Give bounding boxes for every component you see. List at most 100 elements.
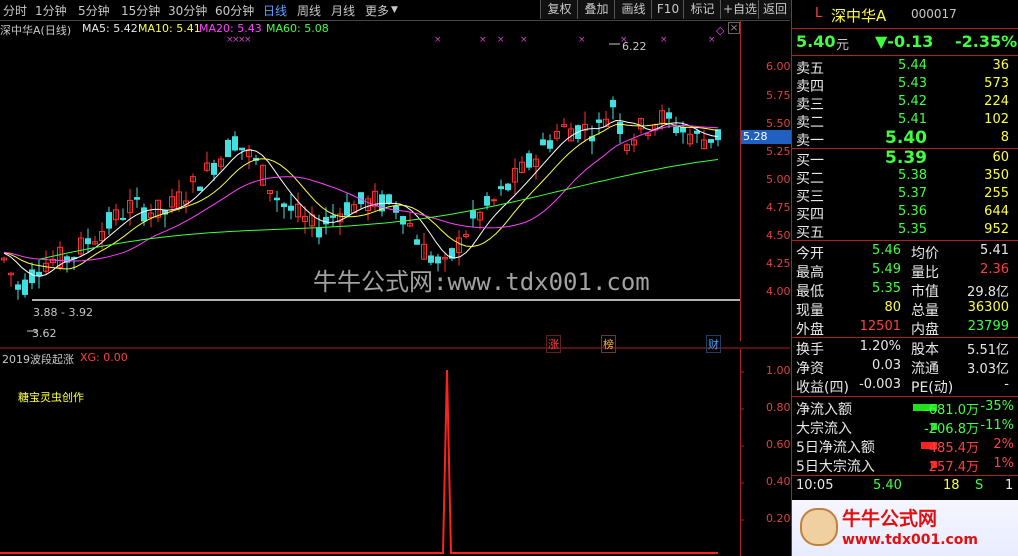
overlay-button[interactable]: 叠加 — [577, 0, 615, 19]
period-daily[interactable]: 日线 — [263, 2, 287, 19]
stat-value: 5.49 — [872, 262, 901, 277]
f10-button[interactable]: F10 — [651, 0, 684, 19]
stat-value: 5.35 — [872, 281, 901, 296]
chart-stock-title: 深中华A(日线) — [0, 24, 72, 37]
finance-value: 3.03亿 — [967, 362, 1009, 377]
flow-value: -206.8万 — [924, 422, 979, 437]
window-marker-icon[interactable]: ◇ — [716, 24, 724, 37]
finance-value: -0.003 — [859, 377, 901, 392]
period-monthly[interactable]: 月线 — [331, 2, 355, 19]
order-book-row[interactable]: 买四 5.36 644 — [795, 204, 1017, 223]
stat-value: 23799 — [967, 319, 1009, 334]
indicator-tick: 0.20 — [766, 512, 791, 525]
flow-label: 净流入额 — [796, 402, 852, 418]
flow-pct: 1% — [993, 456, 1014, 471]
order-book-row[interactable]: 卖一 5.40 8 — [795, 128, 1017, 149]
order-volume: 644 — [984, 204, 1009, 219]
candle-body — [673, 126, 679, 133]
candle-body — [281, 203, 287, 208]
candle-body — [211, 162, 217, 175]
watermark-text: 牛牛公式网:www.tdx001.com — [313, 268, 650, 296]
order-level-label: 买三 — [796, 189, 824, 205]
candle-body — [393, 205, 399, 213]
period-5min[interactable]: 5分钟 — [78, 2, 110, 19]
stat-value: 2.36 — [980, 262, 1009, 277]
candle-body — [15, 284, 21, 290]
event-tag-list[interactable]: 榜 — [601, 335, 616, 353]
add-watchlist-button[interactable]: +自选 — [720, 0, 759, 19]
order-book-row[interactable]: 买五 5.35 952 — [795, 222, 1017, 241]
mark-button[interactable]: 标记 — [683, 0, 721, 19]
order-book-row[interactable]: 买一 5.39 60 — [795, 148, 1017, 169]
signal-marker-icon: × — [708, 35, 716, 45]
order-level-label: 卖一 — [796, 133, 824, 149]
candle-body — [526, 153, 532, 168]
period-1min[interactable]: 1分钟 — [35, 2, 67, 19]
indicator-tick: 0.80 — [766, 401, 791, 414]
stat-row: 外盘 12501 内盘 23799 — [795, 319, 1017, 338]
stat-label: 最高 — [796, 265, 824, 281]
price-tick: 4.00 — [766, 285, 791, 298]
stat-row: 今开 5.46 均价 5.41 — [795, 243, 1017, 262]
tick-row: 10:05 5.40 18 S 1 — [795, 478, 1017, 496]
restore-rights-button[interactable]: 复权 — [540, 0, 578, 19]
stat-label: 外盘 — [796, 322, 824, 338]
finance-label: 股本 — [911, 342, 939, 358]
order-price: 5.43 — [898, 76, 927, 91]
stat-label: 市值 — [911, 284, 939, 300]
order-level-label: 买四 — [796, 207, 824, 223]
order-book-row[interactable]: 买三 5.37 255 — [795, 186, 1017, 205]
stat-value: 5.41 — [980, 243, 1009, 258]
flow-row: 净流入额 -681.0万 -35% — [795, 399, 1017, 418]
order-price: 5.35 — [898, 222, 927, 237]
order-book-row[interactable]: 卖五 5.44 36 — [795, 58, 1017, 77]
back-button[interactable]: 返回 — [758, 0, 792, 19]
finance-value: 5.51亿 — [967, 343, 1009, 358]
period-15min[interactable]: 15分钟 — [121, 2, 160, 19]
tick-side: S — [975, 478, 984, 493]
candle-body — [274, 197, 280, 201]
candle-body — [22, 279, 28, 295]
order-book-row[interactable]: 卖四 5.43 573 — [795, 76, 1017, 95]
flow-value: 257.4万 — [928, 460, 979, 475]
flow-label: 大宗流入 — [796, 421, 852, 437]
order-book-row[interactable]: 买二 5.38 350 — [795, 168, 1017, 187]
site-logo: 牛牛公式网 www.tdx001.com — [792, 500, 1018, 556]
flow-row: 5日大宗流入 257.4万 1% — [795, 456, 1017, 475]
candle-body — [498, 186, 504, 190]
price-unit: 元 — [836, 38, 850, 53]
candle-body — [85, 238, 91, 245]
period-60min[interactable]: 60分钟 — [215, 2, 254, 19]
period-more[interactable]: 更多 — [365, 2, 389, 19]
stat-value: 5.46 — [872, 243, 901, 258]
event-tag-rise[interactable]: 涨 — [546, 335, 561, 353]
price-tick: 4.50 — [766, 229, 791, 242]
stat-value: 36300 — [967, 300, 1009, 315]
price-tick: 6.00 — [766, 60, 791, 73]
indicator-value: XG: 0.00 — [80, 351, 128, 364]
order-level-label: 卖三 — [796, 97, 824, 113]
stock-code: 000017 — [911, 7, 957, 21]
range-label: 3.88 - 3.92 — [33, 306, 93, 319]
candle-body — [36, 271, 42, 276]
period-fenshi[interactable]: 分时 — [3, 2, 27, 19]
order-price: 5.37 — [898, 186, 927, 201]
stat-label: 现量 — [796, 303, 824, 319]
period-30min[interactable]: 30分钟 — [168, 2, 207, 19]
stat-row: 现量 80 总量 36300 — [795, 300, 1017, 319]
finance-value: - — [1004, 377, 1009, 392]
draw-line-button[interactable]: 画线 — [614, 0, 652, 19]
event-tag-finance[interactable]: 财 — [706, 335, 721, 353]
candle-body — [505, 183, 511, 191]
chevron-down-icon[interactable]: ▼ — [391, 5, 398, 15]
period-weekly[interactable]: 周线 — [297, 2, 321, 19]
finance-row: 净资 0.03 流通 3.03亿 — [795, 358, 1017, 377]
order-book-row[interactable]: 卖三 5.42 224 — [795, 94, 1017, 113]
candle-body — [330, 215, 336, 218]
candle-body — [232, 136, 238, 151]
finance-label: 净资 — [796, 361, 824, 377]
candle-body — [225, 139, 231, 158]
signal-marker-icon: × — [244, 35, 252, 45]
close-icon[interactable]: × — [728, 22, 740, 34]
signal-marker-icon: × — [434, 35, 442, 45]
